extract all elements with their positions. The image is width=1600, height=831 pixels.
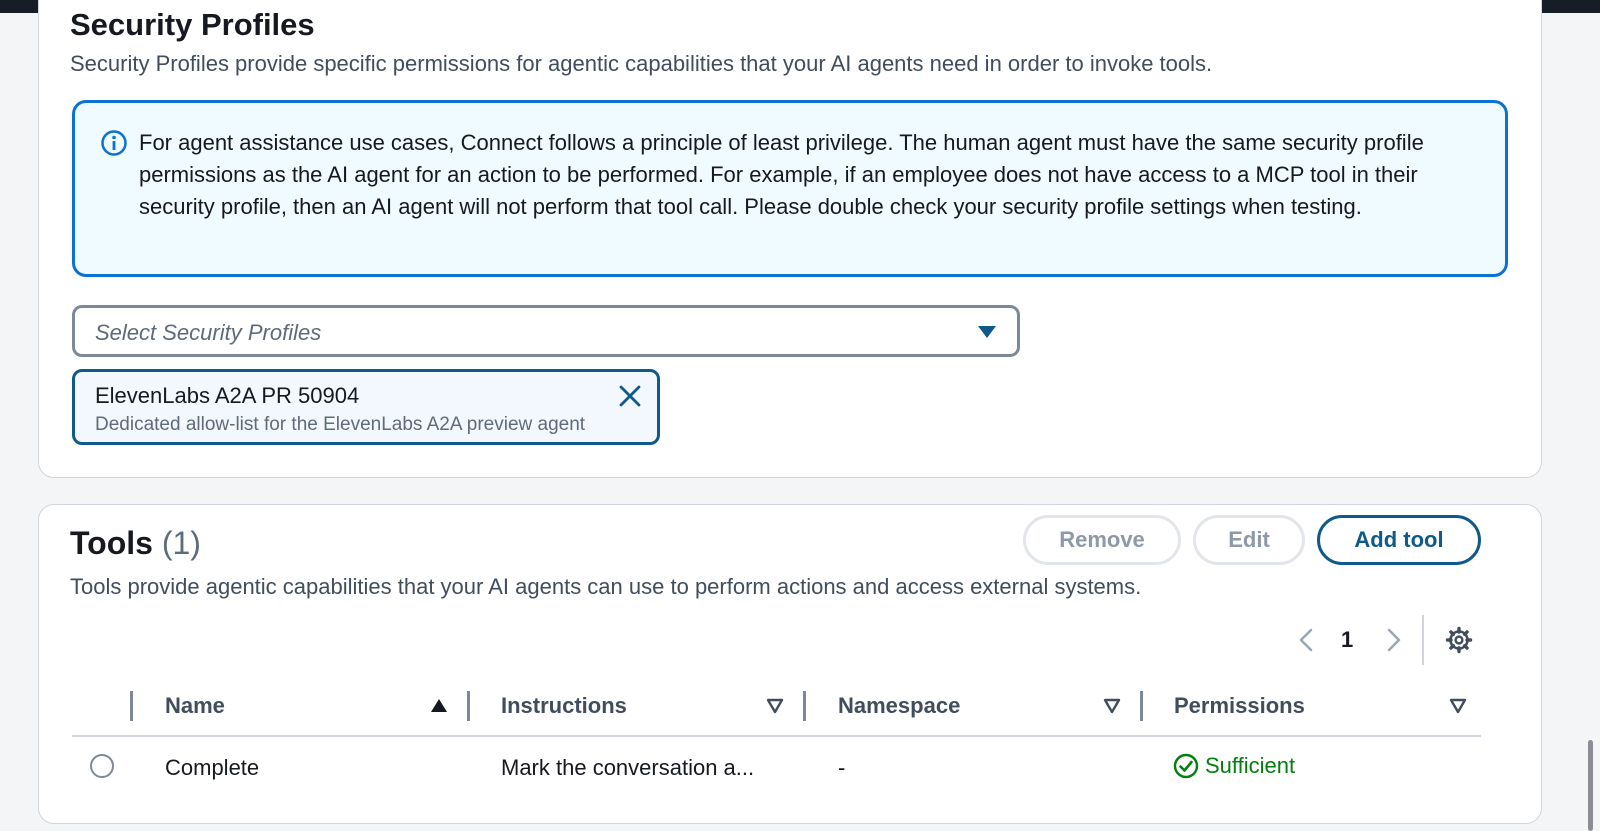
cell-namespace: - — [838, 755, 846, 780]
cell-name: Complete — [165, 755, 260, 780]
select-placeholder: Select Security Profiles — [95, 320, 322, 345]
column-header-namespace[interactable]: Namespace — [838, 693, 960, 719]
column-separator[interactable] — [803, 691, 806, 721]
chevron-right-icon[interactable] — [1384, 625, 1404, 655]
tools-title-text: Tools — [70, 525, 153, 561]
page-number[interactable]: 1 — [1341, 627, 1353, 653]
column-header-instructions[interactable]: Instructions — [501, 693, 627, 719]
tools-count: (1) — [161, 525, 201, 561]
security-profiles-select[interactable]: Select Security Profiles — [72, 305, 1020, 357]
tools-title: Tools (1) — [70, 523, 201, 563]
chevron-left-icon[interactable] — [1296, 625, 1316, 655]
column-separator[interactable] — [467, 691, 470, 721]
cell-permissions: Sufficient — [1173, 753, 1295, 779]
info-alert-text: For agent assistance use cases, Connect … — [139, 130, 1424, 219]
column-header-name[interactable]: Name — [165, 693, 225, 719]
column-separator[interactable] — [1140, 691, 1143, 721]
column-header-permissions[interactable]: Permissions — [1174, 693, 1305, 719]
tools-panel: Tools (1) Tools provide agentic capabili… — [38, 504, 1542, 824]
security-profiles-panel: Security Profiles Security Profiles prov… — [38, 0, 1542, 478]
caret-down-icon — [978, 326, 996, 338]
security-profiles-description: Security Profiles provide specific permi… — [70, 51, 1213, 76]
sort-descending-icon[interactable] — [766, 698, 784, 714]
token-description: Dedicated allow-list for the ElevenLabs … — [95, 414, 586, 435]
close-icon[interactable] — [617, 383, 643, 409]
pagination-divider — [1422, 615, 1424, 665]
tools-description: Tools provide agentic capabilities that … — [70, 574, 1142, 599]
selected-security-profile-token: ElevenLabs A2A PR 50904 Dedicated allow-… — [72, 369, 660, 445]
info-icon — [101, 130, 127, 156]
cell-instructions: Mark the conversation a... — [501, 755, 755, 780]
add-tool-button[interactable]: Add tool — [1317, 515, 1481, 565]
sort-descending-icon[interactable] — [1449, 698, 1467, 714]
sort-ascending-icon[interactable] — [430, 698, 448, 714]
column-separator — [130, 691, 133, 721]
security-profiles-title: Security Profiles — [70, 7, 315, 42]
page-scrollbar[interactable] — [1588, 740, 1593, 831]
remove-button[interactable]: Remove — [1023, 515, 1181, 565]
sort-descending-icon[interactable] — [1103, 698, 1121, 714]
row-select-radio[interactable] — [90, 754, 114, 778]
edit-button[interactable]: Edit — [1193, 515, 1305, 565]
token-name: ElevenLabs A2A PR 50904 — [95, 383, 360, 408]
info-alert: For agent assistance use cases, Connect … — [72, 100, 1508, 277]
settings-gear-icon[interactable] — [1444, 625, 1474, 655]
table-header-divider — [72, 735, 1481, 737]
permission-status: Sufficient — [1205, 753, 1296, 778]
check-circle-icon — [1173, 753, 1199, 779]
